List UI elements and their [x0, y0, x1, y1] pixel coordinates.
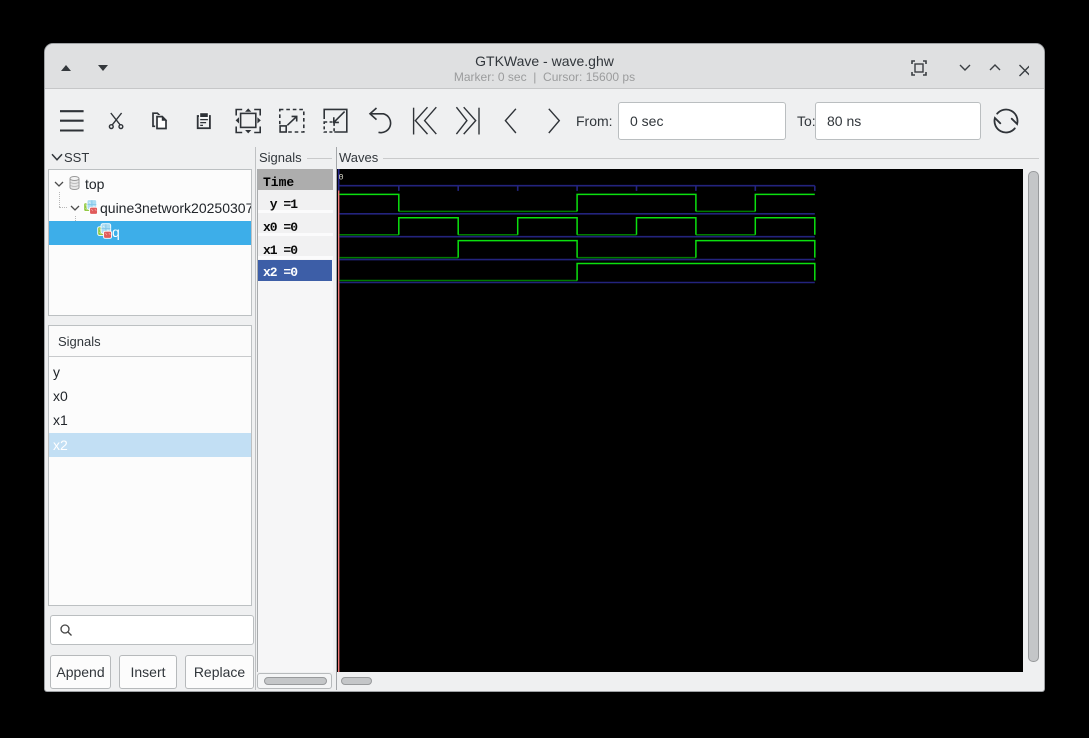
- svg-text:0: 0: [339, 173, 344, 183]
